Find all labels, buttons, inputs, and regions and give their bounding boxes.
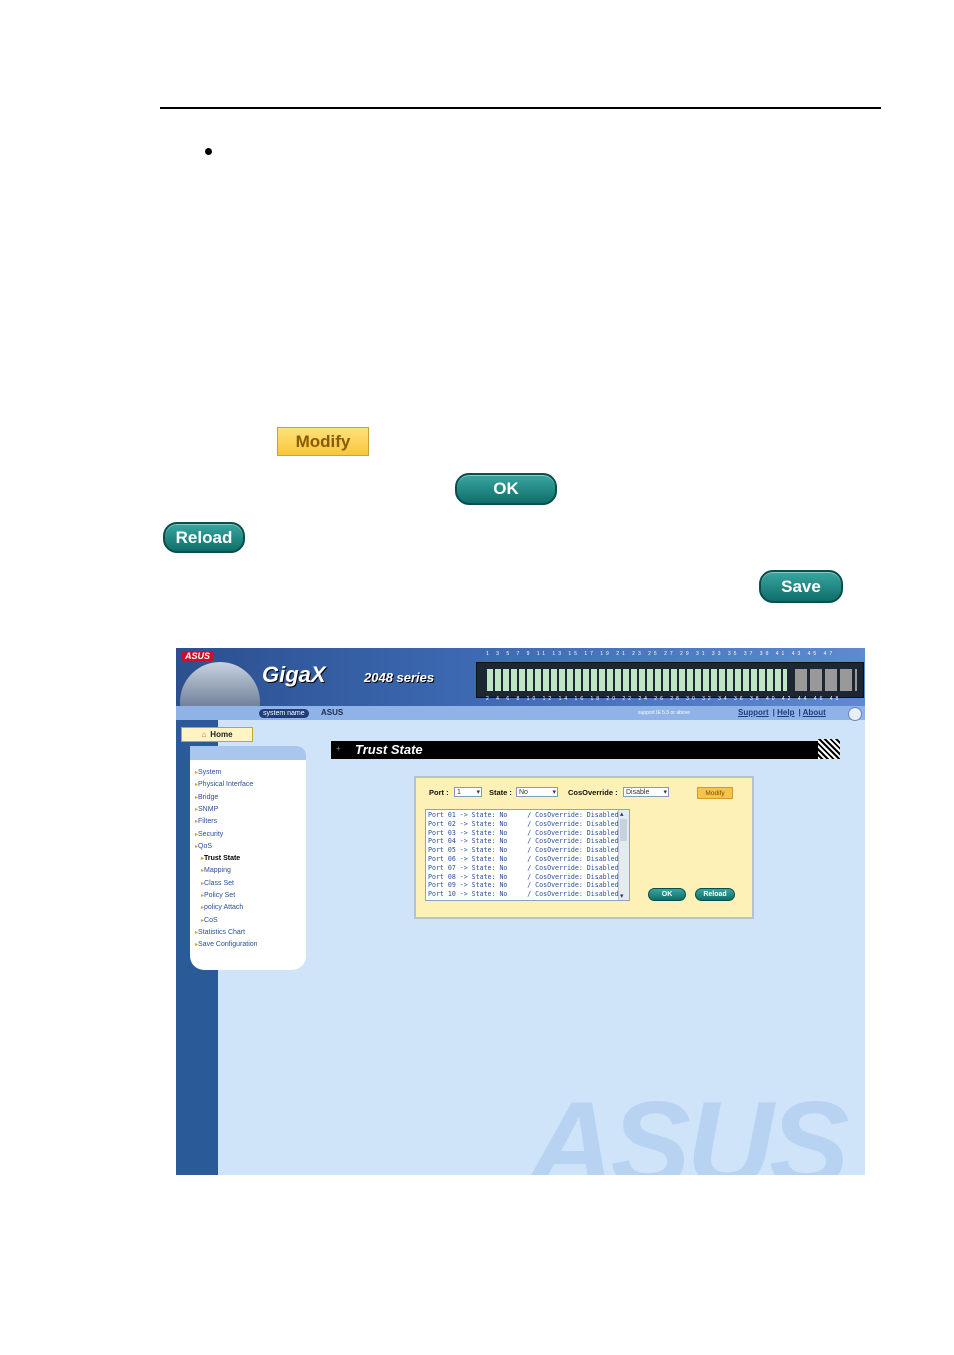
bullet-point [205,148,212,155]
switch-image [180,662,260,710]
sidebar-item[interactable]: System [195,769,221,776]
uplink-ports [795,669,857,691]
switch-port-panel [476,662,864,698]
sidebar-item[interactable]: Class Set [201,880,234,887]
home-tab[interactable]: ⌂ Home [181,727,253,742]
trust-state-screenshot: ASUS GigaX 2048 series 1 3 5 7 9 11 13 1… [176,648,865,1175]
title-decoration [818,739,840,759]
scroll-thumb[interactable] [620,819,627,841]
list-scrollbar[interactable]: ▴ ▾ [618,810,629,900]
asus-logo: ASUS [182,651,214,661]
list-item[interactable]: Port 06 -> State: No / CosOverride: Disa… [428,855,619,863]
sidebar-item[interactable]: Filters [195,818,217,825]
top-links: Support | Help | About [738,708,826,717]
sidebar-menu: System Physical Interface Bridge SNMP Filter… [190,760,306,970]
system-name-label: system name [259,709,309,718]
sidebar-item[interactable]: Policy Set [201,892,235,899]
sidebar-item[interactable]: Security [195,831,223,838]
list-item[interactable]: Port 04 -> State: No / CosOverride: Disa… [428,837,619,845]
scroll-down-icon[interactable]: ▾ [620,892,624,900]
system-name-value: ASUS [321,708,344,717]
port-numbers-top: 1 3 5 7 9 11 13 15 17 19 21 23 25 27 29 … [486,651,836,657]
help-link[interactable]: Help [777,708,794,717]
sidebar-item[interactable]: policy Attach [201,904,243,911]
page-title-bar: + Trust State [331,739,840,759]
reload-button-image: Reload [163,522,245,553]
browser-support-note: support IE 5.5 or above [638,710,690,716]
cos-override-select[interactable]: Disable [623,787,669,798]
support-link[interactable]: Support [738,708,769,717]
reload-button[interactable]: Reload [695,888,735,901]
scroll-up-icon[interactable]: ▴ [620,810,624,818]
list-item[interactable]: Port 07 -> State: No / CosOverride: Disa… [428,864,619,872]
page-title: Trust State [355,742,423,757]
save-button-image: Save [759,570,843,603]
cos-override-label: CosOverride : [568,788,618,797]
state-label: State : [489,788,512,797]
port-grid [487,669,787,691]
sidebar-item[interactable]: CoS [201,917,218,924]
sidebar-item[interactable]: Save Configuration [195,941,258,948]
list-item[interactable]: Port 05 -> State: No / CosOverride: Disa… [428,846,619,854]
list-item[interactable]: Port 09 -> State: No / CosOverride: Disa… [428,881,619,889]
port-select[interactable]: 1 [454,787,482,798]
sidebar-item[interactable]: Physical Interface [195,781,253,788]
product-logo: GigaX [262,662,326,687]
list-item[interactable]: Port 01 -> State: No / CosOverride: Disa… [428,811,619,819]
sidebar-item[interactable]: QoS [195,843,212,850]
header-rule [160,107,881,109]
banner: ASUS GigaX 2048 series 1 3 5 7 9 11 13 1… [176,648,865,710]
sidebar-item[interactable]: SNMP [195,806,218,813]
refresh-icon[interactable] [848,707,862,721]
state-select[interactable]: No [516,787,558,798]
port-label: Port : [429,788,449,797]
sidebar-item[interactable]: Statistics Chart [195,929,245,936]
sidebar-item[interactable]: Bridge [195,794,218,801]
menu-header [190,746,306,760]
title-marker-icon: + [336,744,341,753]
modify-button-image: Modify [277,427,369,456]
list-item[interactable]: Port 03 -> State: No / CosOverride: Disa… [428,829,619,837]
sidebar-item[interactable]: Mapping [201,867,231,874]
home-label: Home [210,730,233,739]
sidebar-item[interactable]: Trust State [201,855,240,862]
port-state-list[interactable]: Port 01 -> State: No / CosOverride: Disa… [425,809,630,901]
list-item[interactable]: Port 02 -> State: No / CosOverride: Disa… [428,820,619,828]
ok-button[interactable]: OK [648,888,686,901]
port-numbers-bottom: 2 4 6 8 10 12 14 16 18 20 22 24 26 28 30… [486,696,842,702]
modify-button[interactable]: Modify [697,787,733,799]
list-item[interactable]: Port 08 -> State: No / CosOverride: Disa… [428,873,619,881]
asus-watermark: ASUS [528,1077,849,1175]
trust-state-panel: Port : 1 State : No CosOverride : Disabl… [414,776,754,919]
list-item[interactable]: Port 10 -> State: No / CosOverride: Disa… [428,890,619,898]
home-icon: ⌂ [201,730,207,739]
series-label: 2048 series [364,670,435,685]
ok-button-image: OK [455,473,557,505]
about-link[interactable]: About [803,708,826,717]
